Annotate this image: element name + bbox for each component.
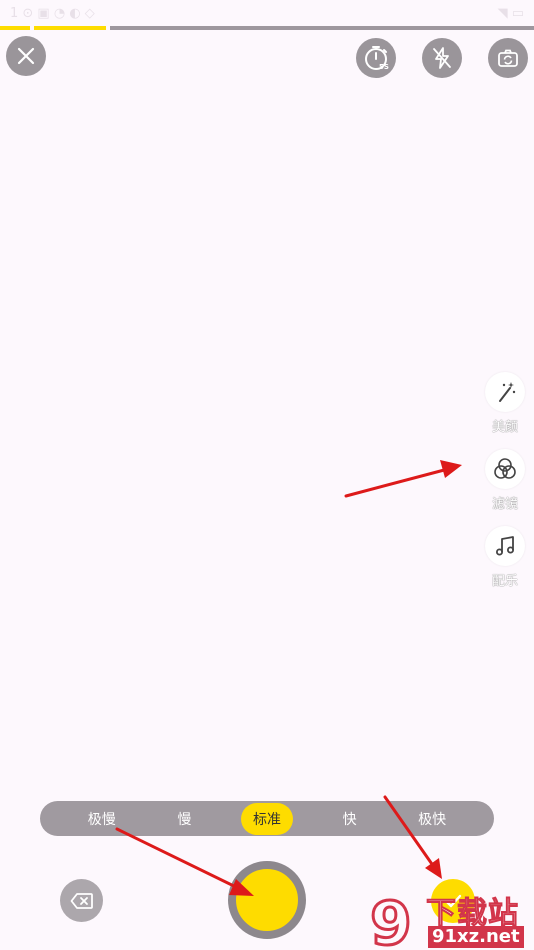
- filter-circles-icon: [494, 458, 516, 479]
- record-button[interactable]: [228, 861, 306, 939]
- flip-camera-button[interactable]: [488, 38, 528, 78]
- status-right: ◥ ▭: [497, 5, 524, 21]
- magic-wand-icon: [499, 382, 516, 402]
- music-note-icon: [496, 536, 514, 556]
- timer-badge: 5S: [379, 63, 389, 71]
- close-icon: [17, 47, 35, 65]
- flash-off-icon: [433, 47, 451, 69]
- speed-selector: 极慢 慢 标准 快 极快: [40, 801, 494, 836]
- filter-label: 滤镜: [491, 497, 518, 512]
- recording-progress-bar: [0, 26, 534, 30]
- timer-button[interactable]: 5S: [356, 38, 396, 78]
- status-bar: 1 ⊙ ▣ ◔ ◐ ◇ ◥ ▭: [0, 0, 534, 26]
- progress-segment-1: [0, 26, 30, 30]
- beauty-button[interactable]: [485, 372, 525, 412]
- backspace-icon: [70, 892, 93, 909]
- filter-button[interactable]: [485, 449, 525, 489]
- timer-icon: 5S: [365, 46, 389, 71]
- music-button[interactable]: [485, 526, 525, 566]
- status-left: 1 ⊙ ▣ ◔ ◐ ◇: [10, 5, 95, 21]
- close-button[interactable]: [6, 36, 46, 76]
- music-label: 配乐: [491, 574, 518, 589]
- beauty-label: 美颜: [491, 420, 518, 435]
- progress-segment-2: [34, 26, 106, 30]
- speed-option-standard[interactable]: 标准: [240, 802, 293, 835]
- watermark-url: 91xz.net: [428, 926, 524, 948]
- speed-option-slow[interactable]: 慢: [159, 803, 209, 835]
- filter-tool[interactable]: 滤镜: [482, 449, 528, 512]
- watermark-logo-glyph: 9: [370, 889, 412, 950]
- watermark: 9 下载站 91xz.net: [366, 888, 534, 950]
- watermark-logo: 9: [369, 888, 414, 950]
- speed-option-fast[interactable]: 快: [325, 803, 375, 835]
- beauty-tool[interactable]: 美颜: [482, 372, 528, 435]
- arrow-to-filter: [344, 460, 462, 498]
- music-tool[interactable]: 配乐: [482, 526, 528, 589]
- progress-segment-remaining: [110, 26, 534, 30]
- delete-segment-button[interactable]: [60, 879, 103, 922]
- speed-option-very-slow[interactable]: 极慢: [76, 803, 128, 835]
- flip-camera-icon: [498, 49, 518, 67]
- speed-option-very-fast[interactable]: 极快: [406, 803, 458, 835]
- flash-button[interactable]: [422, 38, 462, 78]
